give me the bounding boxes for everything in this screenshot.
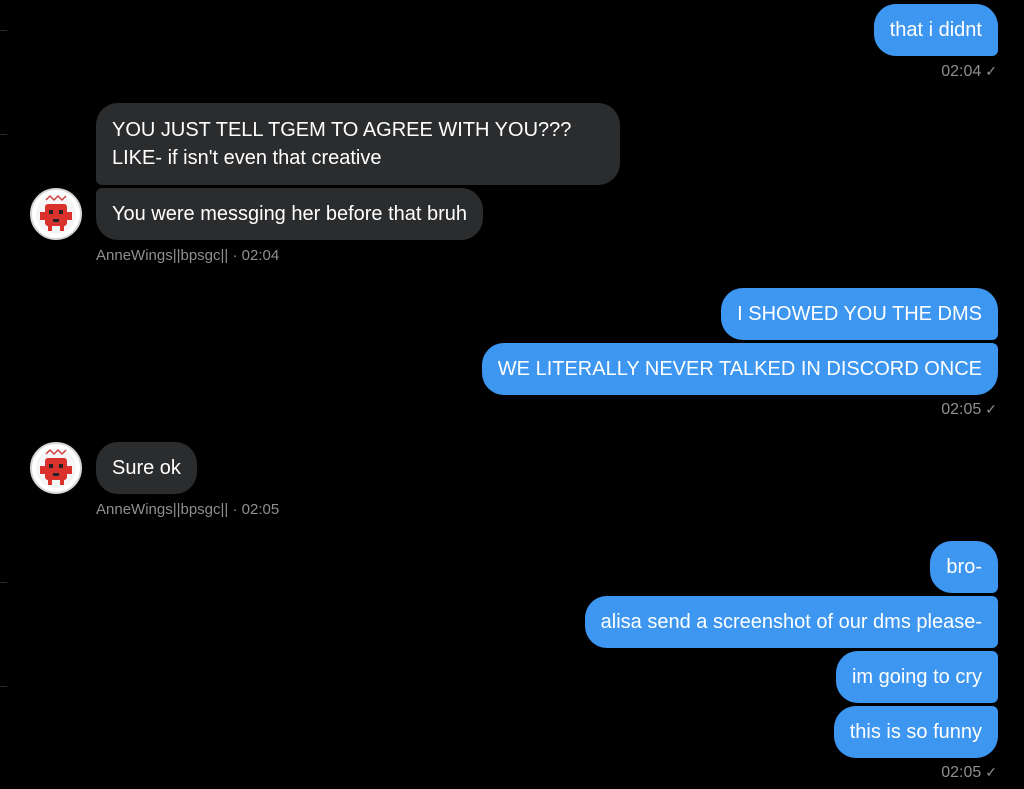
- message-sender-meta: AnneWings||bpsgc|| · 02:05: [96, 501, 279, 518]
- red-robot-avatar-icon: [36, 448, 76, 488]
- sender-name: AnneWings||bpsgc||: [96, 501, 229, 518]
- message-text: bro-: [946, 556, 982, 578]
- meta-separator: ·: [232, 501, 242, 518]
- message-timestamp: 02:05 ✓: [941, 764, 997, 782]
- timestamp-text: 02:04: [941, 63, 982, 80]
- timestamp-text: 02:05: [241, 501, 280, 518]
- message-text-line: YOU JUST TELL TGEM TO AGREE WITH YOU???: [112, 119, 572, 141]
- red-robot-avatar-icon: [36, 194, 76, 234]
- incoming-message-bubble[interactable]: YOU JUST TELL TGEM TO AGREE WITH YOU??? …: [96, 103, 620, 185]
- outgoing-message-bubble[interactable]: I SHOWED YOU THE DMS: [721, 288, 998, 340]
- outgoing-message-bubble[interactable]: im going to cry: [835, 651, 998, 703]
- message-text: this is so funny: [849, 721, 982, 743]
- edge-divider: [0, 582, 7, 583]
- message-timestamp: 02:05 ✓: [941, 401, 997, 419]
- edge-divider: [0, 686, 7, 687]
- incoming-message-bubble[interactable]: You were messging her before that bruh: [96, 188, 484, 240]
- outgoing-message-bubble[interactable]: that i didnt: [873, 4, 998, 56]
- message-text-line: LIKE- if isn't even that creative: [112, 147, 382, 169]
- sender-name: AnneWings||bpsgc||: [96, 247, 229, 264]
- timestamp-text: 02:05: [941, 401, 982, 418]
- message-text: alisa send a screenshot of our dms pleas…: [600, 611, 982, 633]
- timestamp-text: 02:04: [241, 247, 280, 264]
- message-text: im going to cry: [851, 666, 982, 688]
- message-text: Sure ok: [112, 457, 181, 479]
- edge-divider: [0, 134, 7, 135]
- outgoing-message-bubble[interactable]: this is so funny: [833, 706, 998, 758]
- outgoing-message-bubble[interactable]: bro-: [930, 541, 998, 593]
- outgoing-message-bubble[interactable]: alisa send a screenshot of our dms pleas…: [584, 596, 998, 648]
- user-avatar[interactable]: [30, 442, 82, 494]
- timestamp-text: 02:05: [941, 764, 982, 781]
- message-text: I SHOWED YOU THE DMS: [737, 303, 982, 325]
- user-avatar[interactable]: [30, 188, 82, 240]
- message-text: WE LITERALLY NEVER TALKED IN DISCORD ONC…: [497, 358, 982, 380]
- meta-separator: ·: [232, 247, 242, 264]
- message-sender-meta: AnneWings||bpsgc|| · 02:04: [96, 247, 279, 264]
- message-text: You were messging her before that bruh: [112, 203, 468, 225]
- read-check-icon: ✓: [985, 401, 997, 417]
- incoming-message-bubble[interactable]: Sure ok: [96, 442, 197, 494]
- read-check-icon: ✓: [985, 764, 997, 780]
- read-check-icon: ✓: [985, 63, 997, 79]
- outgoing-message-bubble[interactable]: WE LITERALLY NEVER TALKED IN DISCORD ONC…: [481, 343, 998, 395]
- edge-divider: [0, 30, 7, 31]
- message-timestamp: 02:04 ✓: [941, 63, 997, 81]
- message-text: that i didnt: [889, 19, 982, 41]
